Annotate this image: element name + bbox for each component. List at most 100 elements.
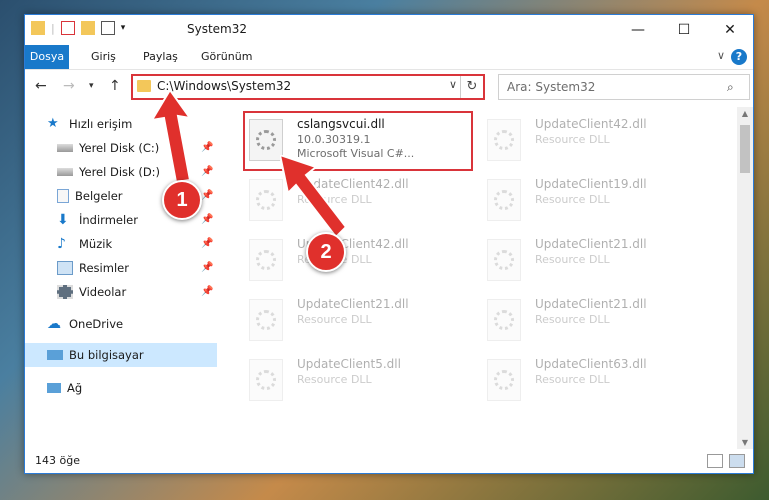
- forward-arrow-icon[interactable]: →: [63, 78, 75, 94]
- folder-icon: [31, 21, 45, 35]
- file-item[interactable]: UpdateClient19.dll Resource DLL: [481, 173, 711, 229]
- quick-access-toolbar: | ▾: [31, 21, 125, 35]
- file-description: Resource DLL: [297, 313, 372, 326]
- file-item[interactable]: UpdateClient42.dll Resource DLL: [481, 113, 711, 169]
- pin-icon[interactable]: 📌: [201, 238, 213, 249]
- nav-item-network[interactable]: Ağ: [47, 377, 82, 399]
- videos-icon: [57, 285, 73, 299]
- dll-file-icon: [487, 119, 521, 161]
- item-count: 143 öğe: [35, 454, 80, 467]
- documents-icon: [57, 189, 69, 203]
- file-name: UpdateClient63.dll: [535, 357, 647, 371]
- explorer-window: | ▾ System32 — ☐ ✕ Dosya Giriş Paylaş Gö…: [24, 14, 754, 474]
- file-description: Resource DLL: [297, 373, 372, 386]
- refresh-icon[interactable]: ↻: [460, 76, 483, 98]
- file-item[interactable]: UpdateClient21.dll Resource DLL: [481, 233, 711, 289]
- nav-label: İndirmeler: [79, 213, 138, 227]
- drive-icon: [57, 144, 73, 152]
- scroll-thumb[interactable]: [740, 125, 750, 173]
- drive-icon: [57, 168, 73, 176]
- nav-item-this-pc[interactable]: Bu bilgisayar: [47, 344, 144, 366]
- recent-locations-chevron-icon[interactable]: ▾: [89, 81, 94, 91]
- network-icon: [47, 383, 61, 393]
- up-arrow-icon[interactable]: ↑: [109, 78, 121, 94]
- title-bar: | ▾ System32 — ☐ ✕: [25, 15, 753, 45]
- large-icons-view-icon[interactable]: [729, 454, 745, 468]
- nav-item-downloads[interactable]: ⬇ İndirmeler: [57, 209, 138, 231]
- file-name: UpdateClient5.dll: [297, 357, 401, 371]
- scroll-up-icon[interactable]: ▲: [737, 109, 753, 118]
- nav-label: Müzik: [79, 237, 113, 251]
- tab-giris[interactable]: Giriş: [81, 45, 126, 69]
- nav-item-quick-access[interactable]: ★ Hızlı erişim: [47, 113, 132, 135]
- nav-item-local-disk-c[interactable]: Yerel Disk (C:): [57, 137, 159, 159]
- nav-item-documents[interactable]: Belgeler: [57, 185, 123, 207]
- file-item[interactable]: UpdateClient21.dll Resource DLL: [243, 293, 473, 349]
- tab-dosya[interactable]: Dosya: [25, 45, 69, 69]
- help-icon[interactable]: ?: [731, 49, 747, 65]
- nav-label: Hızlı erişim: [69, 117, 133, 131]
- pictures-icon: [57, 261, 73, 275]
- dll-file-icon: [487, 239, 521, 281]
- window-controls: — ☐ ✕: [615, 15, 753, 45]
- file-item[interactable]: UpdateClient5.dll Resource DLL: [243, 353, 473, 409]
- nav-item-local-disk-d[interactable]: Yerel Disk (D:): [57, 161, 160, 183]
- cloud-icon: ☁: [47, 316, 61, 332]
- file-description: Resource DLL: [535, 373, 610, 386]
- search-input[interactable]: Ara: System32 ⌕: [498, 74, 750, 100]
- scroll-down-icon[interactable]: ▼: [737, 438, 753, 447]
- nav-item-pictures[interactable]: Resimler: [57, 257, 129, 279]
- pin-icon[interactable]: 📌: [201, 286, 213, 297]
- dll-file-icon: [249, 239, 283, 281]
- file-item[interactable]: UpdateClient63.dll Resource DLL: [481, 353, 711, 409]
- vertical-scrollbar[interactable]: ▲ ▼: [737, 107, 753, 449]
- file-name: UpdateClient42.dll: [535, 117, 647, 131]
- close-button[interactable]: ✕: [707, 15, 753, 45]
- file-description: Resource DLL: [535, 253, 610, 266]
- nav-item-videos[interactable]: Videolar: [57, 281, 126, 303]
- expand-ribbon-chevron-icon[interactable]: ∨: [717, 49, 725, 62]
- nav-label: Ağ: [67, 381, 83, 395]
- computer-icon: [47, 350, 63, 360]
- back-arrow-icon[interactable]: ←: [35, 78, 47, 94]
- search-placeholder: Ara: System32: [507, 80, 596, 94]
- nav-item-onedrive[interactable]: ☁ OneDrive: [47, 313, 123, 335]
- dll-file-icon: [249, 359, 283, 401]
- new-folder-icon[interactable]: [80, 21, 95, 35]
- file-name: UpdateClient21.dll: [535, 297, 647, 311]
- tab-gorunum[interactable]: Görünüm: [191, 45, 262, 69]
- details-view-icon[interactable]: [707, 454, 723, 468]
- dll-file-icon: [487, 359, 521, 401]
- nav-label: Yerel Disk (C:): [79, 141, 160, 155]
- pin-icon[interactable]: 📌: [201, 262, 213, 273]
- minimize-button[interactable]: —: [615, 15, 661, 45]
- nav-label: Bu bilgisayar: [69, 348, 144, 362]
- search-icon: ⌕: [727, 80, 734, 94]
- nav-label: OneDrive: [69, 317, 124, 331]
- view-icon[interactable]: [100, 21, 115, 35]
- tab-paylas[interactable]: Paylaş: [133, 45, 188, 69]
- nav-label: Resimler: [79, 261, 129, 275]
- nav-label: Belgeler: [75, 189, 123, 203]
- view-switcher: [707, 454, 745, 468]
- pin-icon[interactable]: 📌: [201, 214, 213, 225]
- ribbon-tabs: Dosya Giriş Paylaş Görünüm ∨ ?: [25, 45, 753, 70]
- maximize-button[interactable]: ☐: [661, 15, 707, 45]
- nav-label: Yerel Disk (D:): [79, 165, 161, 179]
- dll-file-icon: [487, 299, 521, 341]
- file-description: Resource DLL: [535, 313, 610, 326]
- nav-item-music[interactable]: ♪ Müzik: [57, 233, 112, 255]
- window-title: System32: [187, 22, 248, 36]
- status-bar: 143 öğe: [25, 449, 753, 473]
- dll-file-icon: [249, 299, 283, 341]
- step-badge-2: 2: [306, 232, 346, 272]
- file-item[interactable]: UpdateClient21.dll Resource DLL: [481, 293, 711, 349]
- dll-file-icon: [487, 179, 521, 221]
- properties-icon[interactable]: [60, 21, 75, 35]
- customize-toolbar-chevron-icon[interactable]: ▾: [121, 23, 126, 33]
- address-dropdown-chevron-icon[interactable]: ∨: [449, 78, 457, 91]
- annotation-arrow-1: [150, 90, 193, 184]
- download-icon: ⬇: [57, 212, 69, 228]
- star-icon: ★: [47, 116, 59, 131]
- dll-file-icon: [249, 179, 283, 221]
